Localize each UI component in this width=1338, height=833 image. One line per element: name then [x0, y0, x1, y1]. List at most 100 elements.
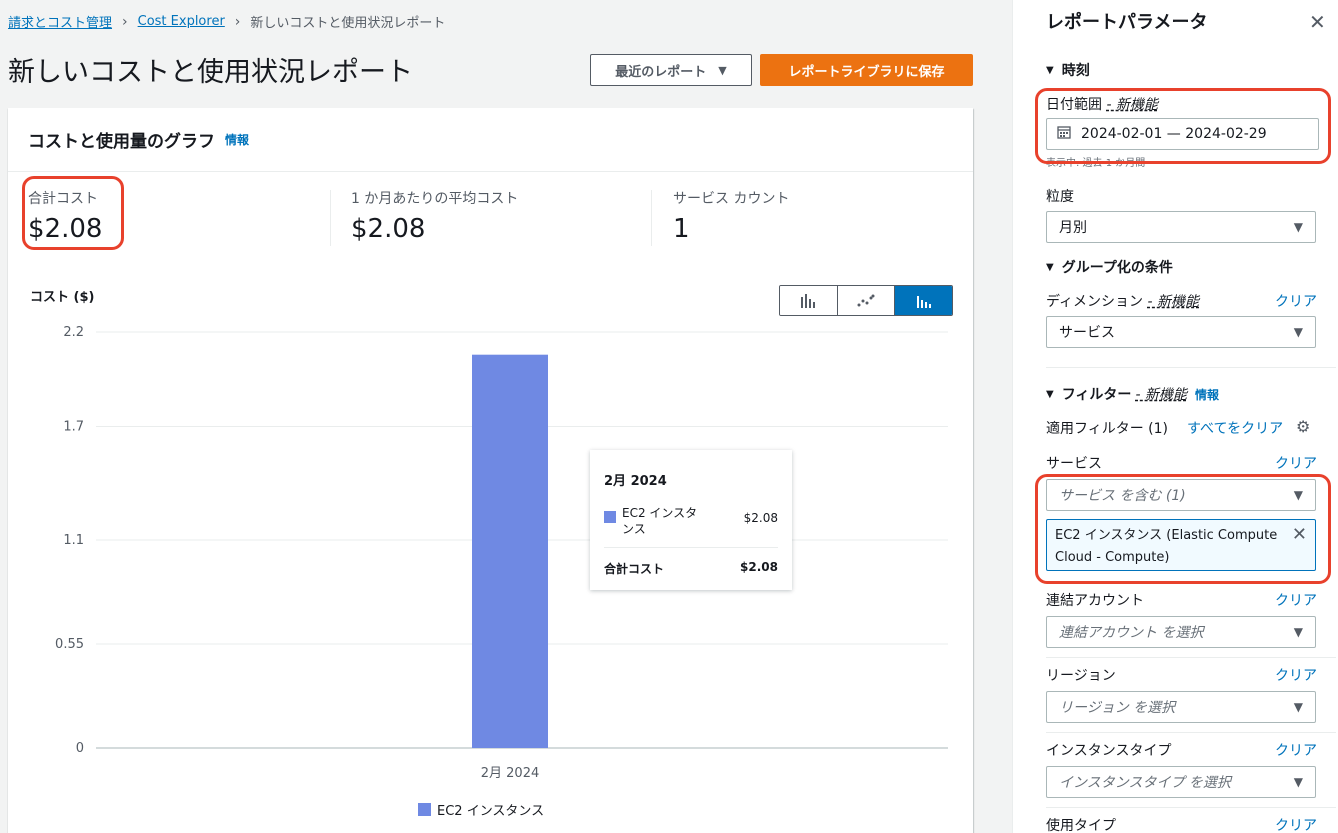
info-link[interactable]: 情報 [225, 131, 249, 148]
tooltip-total-label: 合計コスト [604, 562, 665, 576]
date-range-input[interactable]: 2024-02-01 — 2024-02-29 [1046, 118, 1319, 150]
service-filter-value: サービス を含む (1) [1059, 488, 1186, 504]
kpi-value: $2.08 [351, 214, 426, 244]
save-to-library-button[interactable]: レポートライブラリに保存 [760, 54, 973, 86]
line-chart-button[interactable] [837, 286, 896, 315]
legend-label: EC2 インスタンス [437, 804, 545, 819]
service-filter-label: サービス [1046, 456, 1102, 472]
line-chart-icon [857, 294, 875, 306]
filter-info-link[interactable]: 情報 [1195, 386, 1219, 403]
chevron-right-icon: › [122, 13, 128, 30]
kpi-value: 1 [673, 214, 690, 244]
bar-chart-button[interactable] [780, 286, 838, 315]
tooltip-total-value: $2.08 [740, 560, 778, 574]
granularity-label: 粒度 [1046, 189, 1074, 205]
chevron-right-icon: › [234, 13, 241, 30]
new-feature-tag: - 新機能 [1135, 387, 1187, 403]
usage-type-clear-link[interactable]: クリア [1275, 815, 1317, 833]
dimension-clear-link[interactable]: クリア [1275, 291, 1317, 311]
instance-type-select[interactable]: インスタンスタイプ を選択 ▼ [1046, 766, 1316, 798]
linked-account-select[interactable]: 連結アカウント を選択 ▼ [1046, 616, 1316, 648]
stacked-bar-chart-button[interactable] [895, 286, 952, 315]
section-group-toggle[interactable]: ▼ グループ化の条件 [1046, 257, 1173, 277]
breadcrumb-cost-explorer[interactable]: Cost Explorer [138, 14, 225, 29]
granularity-select[interactable]: 月別 ▼ [1046, 211, 1316, 243]
instance-type-label: インスタンスタイプ [1046, 743, 1172, 759]
region-label: リージョン [1046, 668, 1116, 684]
legend-swatch [604, 511, 616, 523]
breadcrumb-billing[interactable]: 請求とコスト管理 [8, 12, 112, 31]
kpi-avg-cost: 1 か月あたりの平均コスト $2.08 [351, 188, 518, 244]
panel-title: レポートパラメータ [1046, 12, 1208, 33]
gear-icon[interactable]: ⚙ [1296, 417, 1310, 436]
kpi-total-cost: 合計コスト $2.08 [28, 188, 102, 244]
divider [1046, 657, 1336, 658]
bar[interactable] [472, 354, 548, 748]
caret-down-icon: ▼ [1293, 625, 1303, 639]
linked-account-clear-link[interactable]: クリア [1275, 590, 1317, 610]
cost-usage-card: コストと使用量のグラフ 情報 合計コスト $2.08 1 か月あたりの平均コスト… [8, 108, 973, 833]
main-area: 請求とコスト管理 › Cost Explorer › 新しいコストと使用状況レポ… [0, 0, 1012, 833]
caret-down-icon: ▼ [1046, 64, 1054, 76]
caret-down-icon: ▼ [1293, 220, 1303, 234]
new-feature-tag: - 新機能 [1106, 97, 1158, 113]
linked-account-placeholder: 連結アカウント を選択 [1059, 625, 1204, 641]
x-tick-label: 2月 2024 [481, 766, 540, 778]
recent-reports-button[interactable]: 最近のレポート ▼ [590, 54, 752, 86]
kpi-divider [651, 190, 652, 246]
service-clear-link[interactable]: クリア [1275, 453, 1317, 473]
y-tick-label: 1.1 [63, 533, 84, 548]
y-tick-label: 2.2 [63, 325, 84, 340]
tooltip-item-name: EC2 インスタンス [622, 506, 698, 536]
caret-down-icon: ▼ [1293, 325, 1303, 339]
dimension-select[interactable]: サービス ▼ [1046, 316, 1316, 348]
stacked-bar-chart-icon [916, 295, 931, 308]
dimension-label-text: ディメンション [1046, 294, 1144, 310]
service-filter-select[interactable]: サービス を含む (1) ▼ [1046, 479, 1316, 511]
clear-all-filters-link[interactable]: すべてをクリア [1187, 418, 1283, 438]
chart-y-axis-label: コスト ($) [30, 290, 95, 305]
page-title: 新しいコストと使用状況レポート [8, 57, 413, 88]
tooltip-total: 合計コスト $2.08 [604, 548, 778, 577]
section-group-heading: グループ化の条件 [1061, 260, 1173, 276]
bar-chart-icon [801, 293, 816, 308]
breadcrumb-current: 新しいコストと使用状況レポート [250, 16, 446, 31]
section-time-toggle[interactable]: ▼ 時刻 [1046, 60, 1090, 80]
tooltip-title: 2月 2024 [604, 474, 667, 489]
date-range-value: 2024-02-01 — 2024-02-29 [1081, 126, 1267, 142]
y-tick-label: 1.7 [63, 420, 84, 435]
section-filter-toggle[interactable]: ▼ フィルター - 新機能 情報 [1046, 384, 1219, 404]
y-tick-label: 0 [76, 741, 84, 756]
service-filter-token: EC2 インスタンス (Elastic Compute Cloud - Comp… [1046, 519, 1316, 571]
tooltip-row: EC2 インスタンス $2.08 [604, 505, 778, 548]
chart-tooltip: 2月 2024 EC2 インスタンス $2.08 合計コスト $2.08 [590, 450, 792, 590]
report-parameters-panel: レポートパラメータ ✕ ▼ 時刻 日付範囲 - 新機能 2024-02-01 —… [1012, 0, 1338, 833]
chart-legend[interactable]: EC2 インスタンス [418, 800, 544, 819]
kpi-service-count: サービス カウント 1 [673, 188, 789, 244]
instance-type-clear-link[interactable]: クリア [1275, 740, 1317, 760]
card-header: コストと使用量のグラフ 情報 [8, 108, 973, 172]
calendar-icon [1057, 125, 1071, 143]
section-filter-heading: フィルター [1061, 387, 1132, 403]
caret-down-icon: ▼ [1046, 388, 1054, 400]
caret-down-icon: ▼ [1293, 775, 1303, 789]
region-select[interactable]: リージョン を選択 ▼ [1046, 691, 1316, 723]
tooltip-item-value: $2.08 [743, 511, 778, 525]
legend-swatch [418, 803, 431, 816]
date-range-label: 日付範囲 - 新機能 [1046, 94, 1158, 114]
recent-reports-label: 最近のレポート [615, 64, 707, 80]
token-label: EC2 インスタンス (Elastic Compute Cloud - Comp… [1055, 528, 1278, 565]
cost-bar-chart: 2.2 1.7 1.1 0.55 0 2月 2024 [55, 325, 948, 778]
granularity-value: 月別 [1059, 220, 1087, 236]
divider [1046, 807, 1336, 808]
caret-down-icon: ▼ [718, 63, 727, 77]
usage-type-label: 使用タイプ [1046, 818, 1116, 833]
remove-token-icon[interactable]: ✕ [1292, 524, 1307, 546]
kpi-label: サービス カウント [673, 191, 790, 207]
region-clear-link[interactable]: クリア [1275, 665, 1317, 685]
dimension-label: ディメンション - 新機能 [1046, 291, 1199, 311]
divider [1046, 732, 1336, 733]
new-feature-tag: - 新機能 [1147, 294, 1199, 310]
chart-type-toggle [779, 285, 953, 316]
close-icon[interactable]: ✕ [1309, 10, 1326, 34]
